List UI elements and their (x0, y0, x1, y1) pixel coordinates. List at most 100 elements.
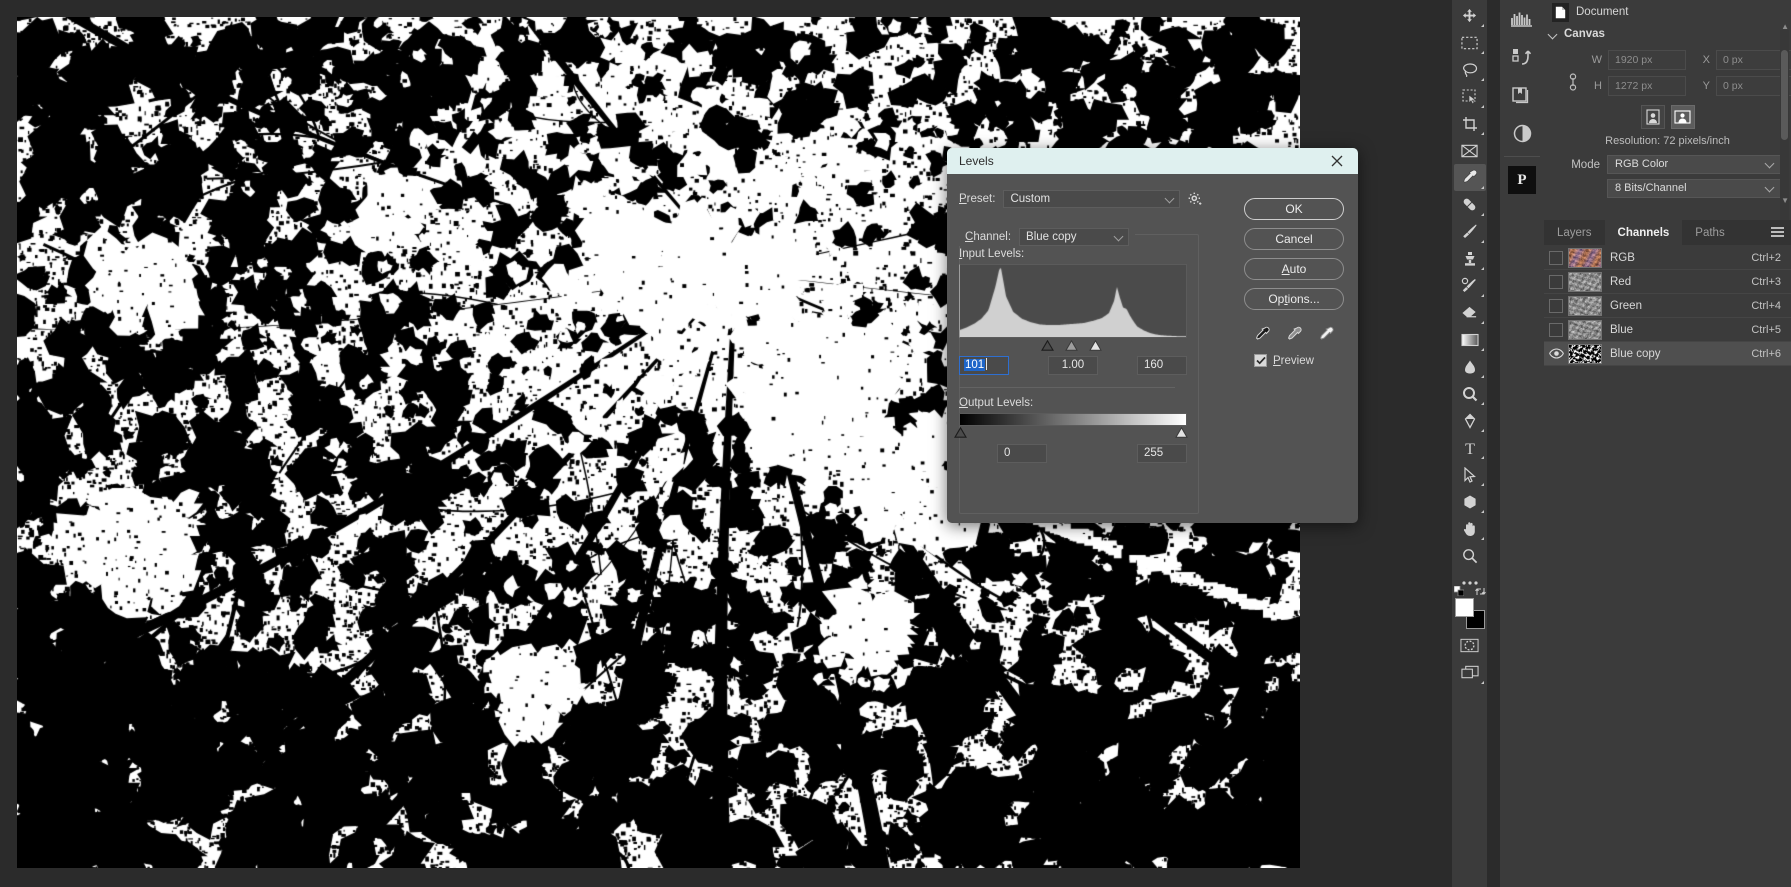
properties-tab-row: Document (1544, 0, 1791, 24)
landscape-icon[interactable] (1670, 105, 1695, 129)
shadow-input-field[interactable]: 101 (959, 356, 1009, 375)
eyedropper-tool[interactable] (1453, 164, 1486, 191)
zoom-tool[interactable] (1454, 542, 1486, 569)
crop-tool[interactable] (1454, 110, 1486, 137)
visibility-checkbox[interactable] (1544, 274, 1568, 289)
channel-row[interactable]: Green Ctrl+4 (1544, 294, 1791, 318)
tool-flyout-corner (1480, 510, 1484, 513)
levels-title-bar[interactable]: Levels (947, 148, 1358, 174)
tools-panel[interactable]: T (1452, 0, 1488, 887)
highlight-input-field[interactable]: 160 (1137, 356, 1187, 375)
tab-paths[interactable]: Paths (1682, 220, 1737, 245)
history-brush-tool[interactable] (1454, 272, 1486, 299)
tool-flyout-corner (1480, 375, 1484, 378)
brush-tool[interactable] (1454, 218, 1486, 245)
eye-visible-icon[interactable] (1544, 348, 1568, 359)
visibility-checkbox[interactable] (1549, 298, 1563, 313)
options-button[interactable]: Op t ions... (1244, 288, 1344, 310)
color-swatches[interactable] (1453, 585, 1486, 632)
frame-tool[interactable] (1454, 137, 1486, 164)
visibility-checkbox[interactable] (1544, 250, 1568, 265)
channel-name: Red (1610, 275, 1632, 288)
hand-tool[interactable] (1454, 515, 1486, 542)
adjustments-panel-icon[interactable] (1500, 114, 1544, 152)
gradient-tool[interactable] (1454, 326, 1486, 353)
channel-row[interactable]: Blue copy Ctrl+6 (1544, 342, 1791, 366)
visibility-checkbox[interactable] (1544, 298, 1568, 313)
channel-select[interactable]: Blue copy (1019, 228, 1130, 246)
object-selection-tool[interactable] (1454, 83, 1486, 110)
color-mode-value: RGB Color (1615, 158, 1669, 170)
eraser-tool[interactable] (1454, 299, 1486, 326)
histogram-panel-icon[interactable] (1500, 0, 1544, 38)
height-field[interactable]: 1272 px (1608, 76, 1686, 96)
path-selection-tool[interactable] (1454, 461, 1486, 488)
pen-tool[interactable] (1454, 407, 1486, 434)
link-icon[interactable] (1566, 71, 1580, 93)
set-black-point-eyedropper[interactable] (1253, 326, 1271, 344)
channels-list: RGB Ctrl+2 Red Ctrl+3 Green Ctrl+4 Blue Ctrl+5 B… (1544, 245, 1791, 366)
preset-label: Preset: (959, 193, 996, 205)
channel-row[interactable]: RGB Ctrl+2 (1544, 246, 1791, 270)
levels-dialog[interactable]: Levels Preset: Custom Channel: Blue copy… (947, 148, 1358, 523)
quick-mask-icon[interactable] (1454, 632, 1486, 659)
svg-text:T: T (1465, 441, 1475, 456)
lasso-tool[interactable] (1454, 56, 1486, 83)
move-tool[interactable] (1454, 2, 1486, 29)
preview-row[interactable]: Preview (1244, 354, 1344, 367)
clone-stamp-tool[interactable] (1454, 245, 1486, 272)
panel-icon-dock[interactable]: P (1500, 0, 1544, 887)
bit-depth-select[interactable]: 8 Bits/Channel (1607, 179, 1781, 198)
color-mode-select[interactable]: RGB Color (1607, 155, 1781, 174)
tab-channels[interactable]: Channels (1604, 220, 1683, 245)
tab-document[interactable]: Document (1548, 0, 1636, 24)
auto-button[interactable]: Auto (1244, 258, 1344, 280)
foreground-color-swatch[interactable] (1454, 598, 1474, 617)
shape-tool[interactable] (1454, 488, 1486, 515)
scroll-up-arrow-icon[interactable]: ▲ (1781, 22, 1789, 31)
portrait-icon[interactable] (1640, 105, 1665, 129)
visibility-checkbox[interactable] (1549, 322, 1563, 337)
channel-row[interactable]: Red Ctrl+3 (1544, 270, 1791, 294)
channels-tab-row: Layers Channels Paths (1544, 220, 1791, 245)
blur-tool[interactable] (1454, 353, 1486, 380)
default-colors-icon[interactable] (1453, 585, 1464, 598)
channel-name: Blue (1610, 323, 1634, 336)
ok-button[interactable]: OK (1244, 198, 1344, 220)
input-level-sliders (959, 339, 1187, 353)
dodge-tool[interactable] (1454, 380, 1486, 407)
swap-colors-icon[interactable] (1474, 586, 1486, 600)
spot-healing-brush-tool[interactable] (1454, 191, 1486, 218)
visibility-checkbox[interactable] (1544, 322, 1568, 337)
layer-comps-panel-icon[interactable] (1500, 76, 1544, 114)
width-field[interactable]: 1920 px (1608, 50, 1686, 70)
tool-flyout-corner (1480, 24, 1484, 27)
canvas-size-fields: W 1920 px X 0 px H 1272 px Y 0 px (1582, 50, 1791, 96)
type-tool[interactable]: T (1454, 434, 1486, 461)
set-white-point-eyedropper[interactable] (1317, 326, 1335, 344)
canvas-section-header[interactable]: Canvas (1544, 24, 1791, 44)
output-white-field[interactable]: 255 (1137, 444, 1187, 463)
close-icon[interactable] (1324, 150, 1350, 172)
divider (959, 387, 1175, 388)
properties-badge: P (1508, 166, 1536, 194)
gear-icon[interactable] (1188, 192, 1202, 206)
preview-checkbox[interactable] (1254, 354, 1267, 367)
rectangular-marquee-tool[interactable] (1454, 29, 1486, 56)
properties-scrollbar[interactable] (1780, 30, 1789, 220)
visibility-checkbox[interactable] (1549, 250, 1563, 265)
scroll-down-arrow-icon[interactable]: ▼ (1781, 196, 1789, 205)
chevron-down-icon (1764, 158, 1775, 169)
cancel-button[interactable]: Cancel (1244, 228, 1344, 250)
visibility-checkbox[interactable] (1549, 274, 1563, 289)
midtone-gamma-field[interactable]: 1.00 (1048, 356, 1098, 375)
output-black-field[interactable]: 0 (997, 444, 1047, 463)
panel-menu-icon[interactable] (1771, 227, 1784, 239)
properties-panel-icon[interactable]: P (1500, 161, 1544, 199)
tab-layers[interactable]: Layers (1544, 220, 1605, 245)
actions-panel-icon[interactable] (1500, 38, 1544, 76)
set-gray-point-eyedropper[interactable] (1285, 326, 1303, 344)
preset-select[interactable]: Custom (1003, 190, 1181, 208)
channel-row[interactable]: Blue Ctrl+5 (1544, 318, 1791, 342)
screen-mode-icon[interactable] (1454, 659, 1486, 686)
